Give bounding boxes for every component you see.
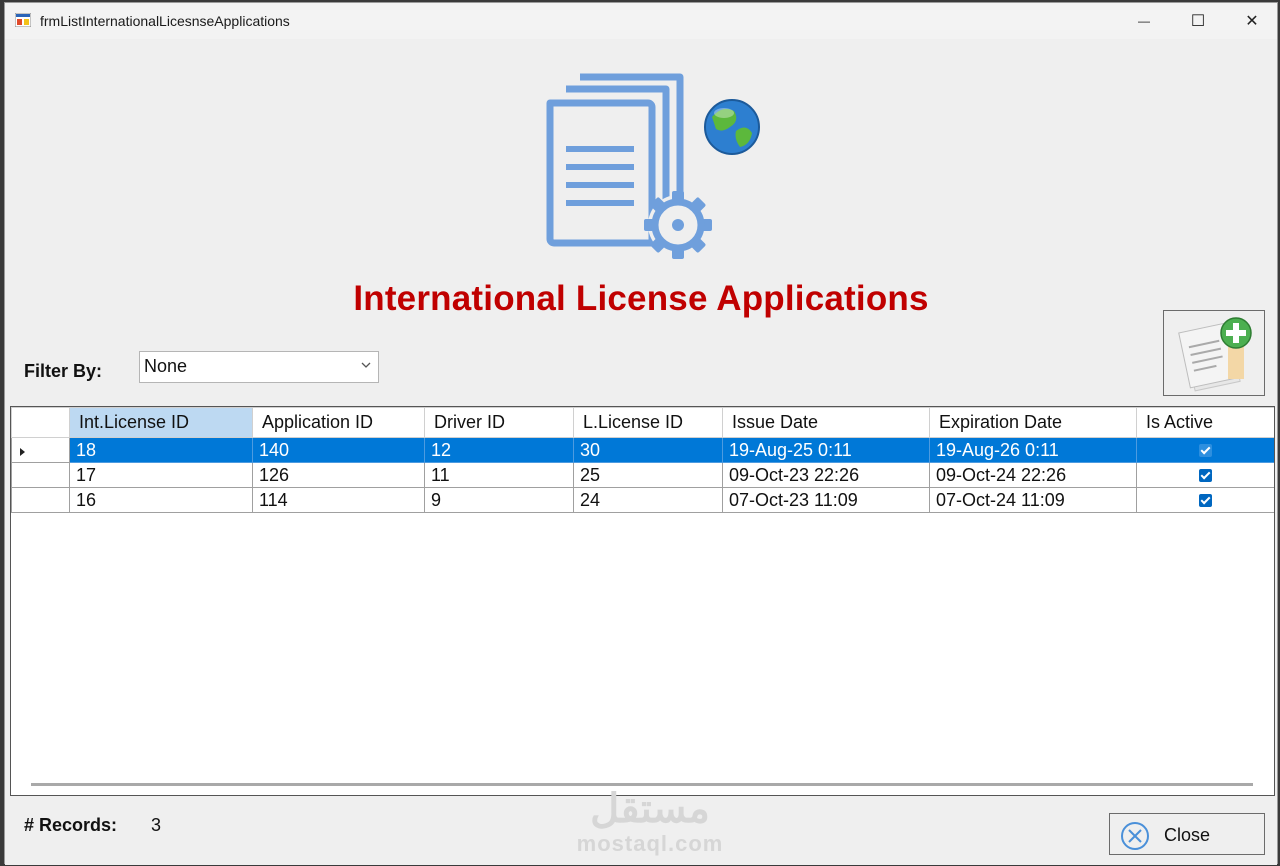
horizontal-scrollbar[interactable] — [31, 783, 1253, 786]
documents-gear-globe-icon — [546, 73, 760, 259]
is-active-cell[interactable] — [1136, 462, 1274, 488]
title-bar[interactable]: frmListInternationalLicesnseApplications… — [5, 3, 1277, 39]
table-cell[interactable]: 17 — [69, 462, 253, 488]
filter-dropdown[interactable]: None — [139, 351, 379, 383]
checkbox-checked-icon[interactable] — [1199, 494, 1212, 508]
minimize-button[interactable]: — — [1117, 3, 1171, 39]
table-cell[interactable]: 12 — [424, 437, 574, 463]
table-cell[interactable]: 16 — [69, 487, 253, 513]
maximize-icon: ☐ — [1190, 13, 1206, 30]
table-cell[interactable]: 19-Aug-25 0:11 — [722, 437, 930, 463]
window-title: frmListInternationalLicesnseApplications — [40, 13, 290, 29]
column-header[interactable]: Int.License ID — [69, 407, 253, 438]
table-cell[interactable]: 25 — [573, 462, 723, 488]
table-cell[interactable]: 30 — [573, 437, 723, 463]
main-window: frmListInternationalLicesnseApplications… — [4, 2, 1278, 865]
table-cell[interactable]: 18 — [69, 437, 253, 463]
header-row: Int.License ID Application ID Driver ID … — [11, 407, 1274, 438]
table-row[interactable]: 18 140 12 30 19-Aug-25 0:11 19-Aug-26 0:… — [11, 437, 1274, 463]
table-cell[interactable]: 09-Oct-24 22:26 — [929, 462, 1137, 488]
add-application-button[interactable] — [1163, 310, 1265, 396]
is-active-cell[interactable] — [1136, 437, 1274, 463]
table-cell[interactable]: 114 — [252, 487, 425, 513]
checkbox-checked-icon[interactable] — [1199, 469, 1212, 483]
close-circle-icon — [1121, 822, 1149, 850]
table-cell[interactable]: 07-Oct-24 11:09 — [929, 487, 1137, 513]
table-cell[interactable]: 126 — [252, 462, 425, 488]
table-cell[interactable]: 19-Aug-26 0:11 — [929, 437, 1137, 463]
close-button[interactable]: Close — [1109, 813, 1265, 855]
table-row[interactable]: 17 126 11 25 09-Oct-23 22:26 09-Oct-24 2… — [11, 462, 1274, 488]
current-row-icon — [20, 447, 25, 456]
maximize-button[interactable]: ☐ — [1171, 3, 1225, 39]
watermark-arabic: مستقل — [590, 787, 710, 831]
applications-grid[interactable]: Int.License ID Application ID Driver ID … — [10, 406, 1275, 796]
minimize-icon: — — [1138, 14, 1150, 28]
page-title: International License Applications — [353, 279, 929, 318]
table-cell[interactable]: 09-Oct-23 22:26 — [722, 462, 930, 488]
chevron-down-icon — [361, 362, 371, 368]
column-header[interactable]: Issue Date — [722, 407, 930, 438]
row-header[interactable] — [11, 437, 70, 463]
column-header[interactable]: Is Active — [1136, 407, 1274, 438]
checkbox-checked-icon[interactable] — [1199, 444, 1212, 458]
column-header[interactable]: Expiration Date — [929, 407, 1137, 438]
watermark-latin: mostaql.com — [576, 831, 724, 856]
column-header[interactable]: L.License ID — [573, 407, 723, 438]
filter-selected-value: None — [144, 356, 188, 376]
close-window-button[interactable]: ✕ — [1225, 3, 1279, 39]
add-document-icon — [1178, 317, 1252, 392]
is-active-cell[interactable] — [1136, 487, 1274, 513]
row-header[interactable] — [11, 462, 70, 488]
table-row[interactable]: 16 114 9 24 07-Oct-23 11:09 07-Oct-24 11… — [11, 487, 1274, 513]
watermark: مستقل mostaql.com — [545, 787, 755, 857]
close-button-label: Close — [1164, 825, 1211, 845]
table-cell[interactable]: 9 — [424, 487, 574, 513]
records-count: 3 — [151, 815, 162, 835]
applications-table: Int.License ID Application ID Driver ID … — [11, 407, 1274, 513]
row-header[interactable] — [11, 487, 70, 513]
app-icon — [15, 13, 31, 27]
table-cell[interactable]: 11 — [424, 462, 574, 488]
form-content: International License Applications Filte… — [5, 39, 1277, 865]
column-header[interactable]: Application ID — [252, 407, 425, 438]
table-cell[interactable]: 24 — [573, 487, 723, 513]
records-label: # Records: — [24, 815, 118, 835]
column-header[interactable]: Driver ID — [424, 407, 574, 438]
row-header-corner[interactable] — [11, 407, 70, 438]
table-cell[interactable]: 140 — [252, 437, 425, 463]
table-cell[interactable]: 07-Oct-23 11:09 — [722, 487, 930, 513]
filter-label: Filter By: — [24, 361, 103, 381]
close-icon: ✕ — [1245, 13, 1259, 30]
